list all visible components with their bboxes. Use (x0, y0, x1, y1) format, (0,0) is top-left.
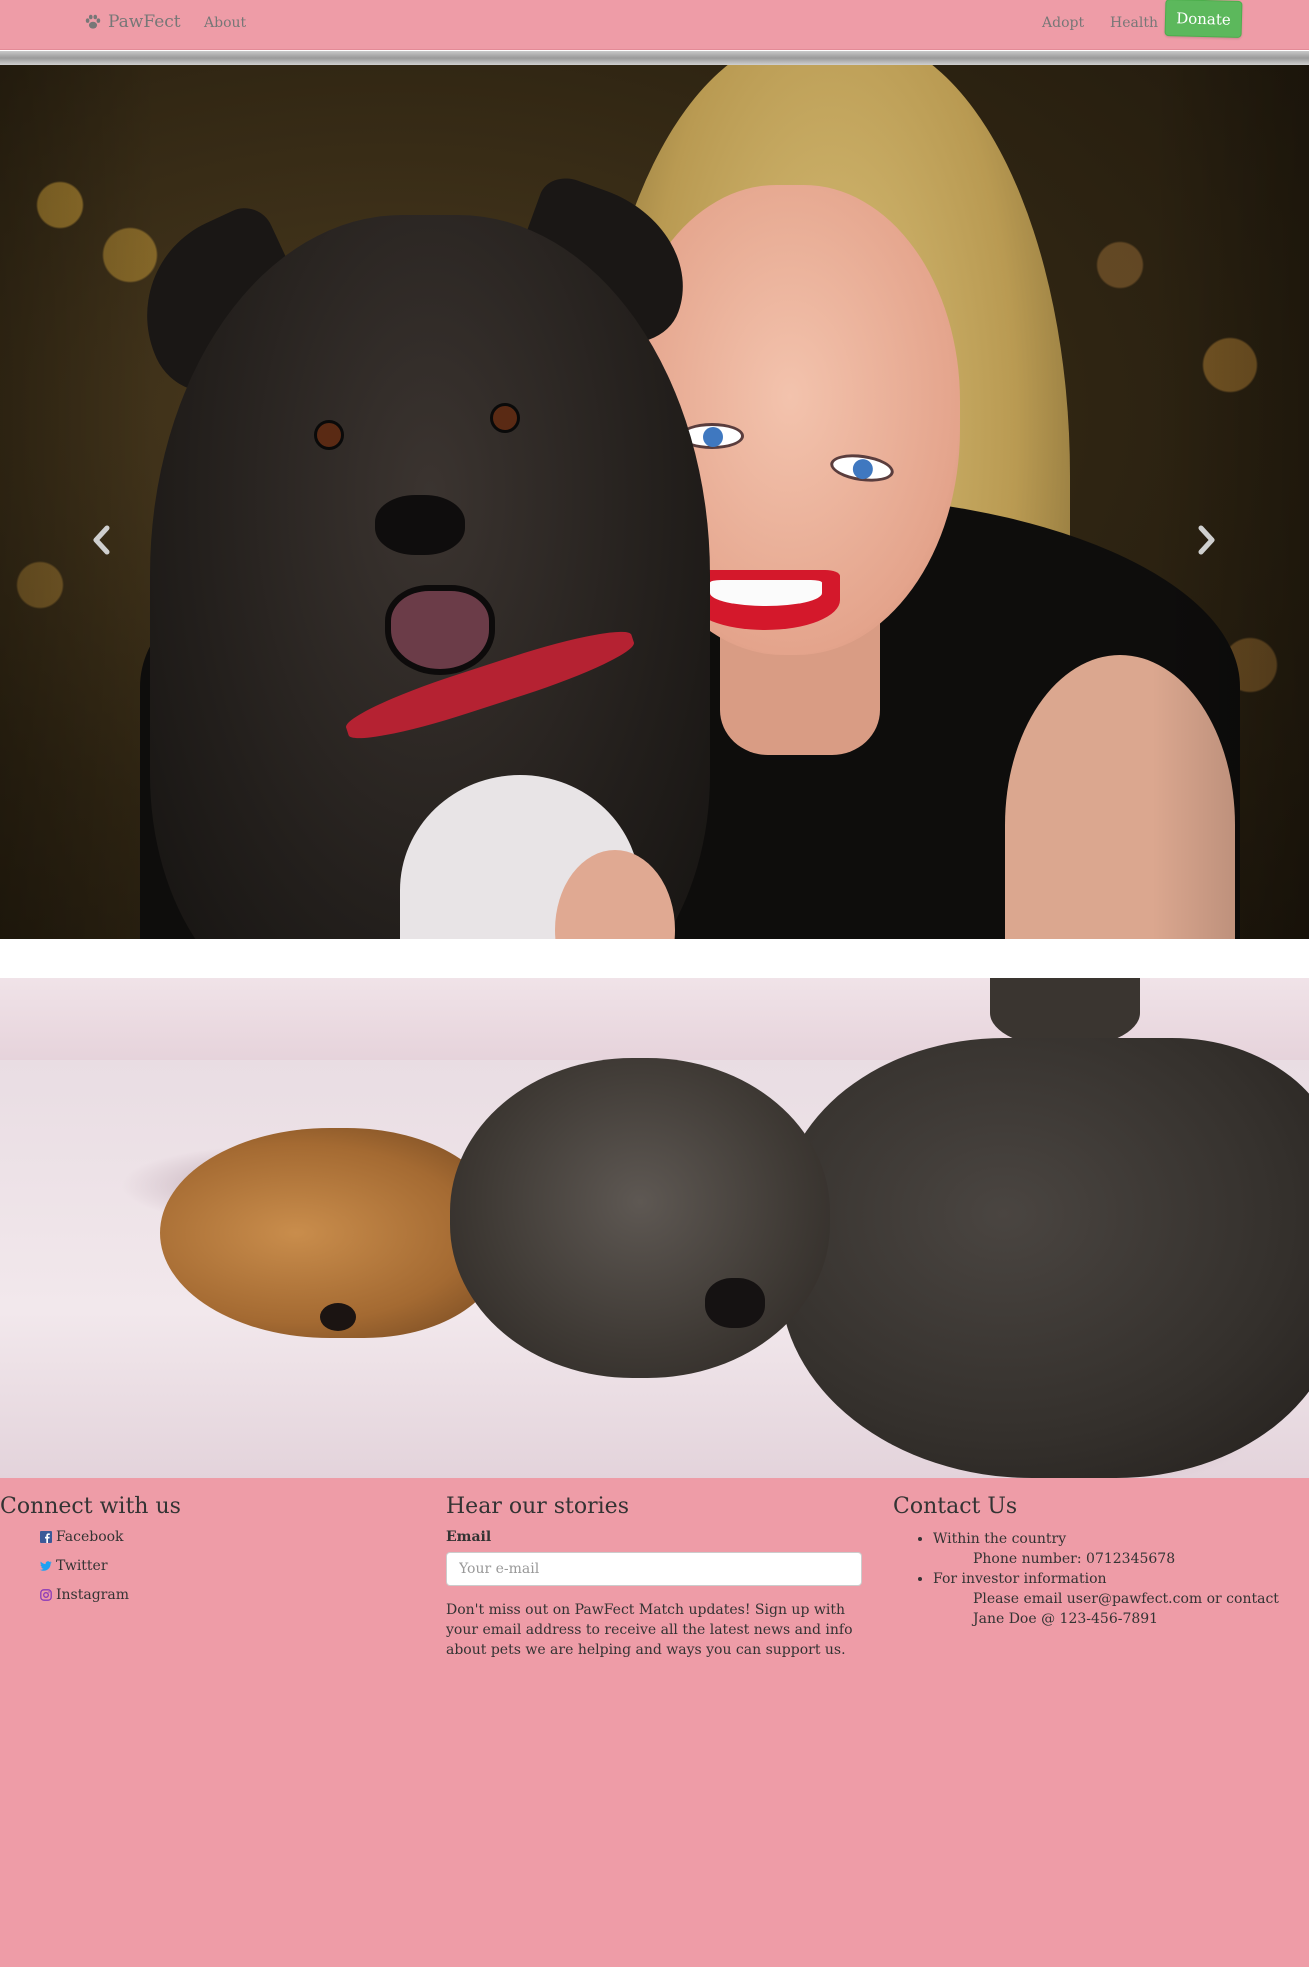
contact-list: Within the country Phone number: 0712345… (893, 1529, 1309, 1629)
nav-link-health[interactable]: Health (1110, 15, 1158, 31)
twitter-icon (40, 1561, 52, 1571)
contact-section: Contact Us Within the country Phone numb… (893, 1494, 1309, 1629)
email-input[interactable] (446, 1552, 862, 1586)
contact-item-title: Within the country (933, 1531, 1067, 1547)
brand-name: PawFect (108, 12, 181, 32)
facebook-icon (40, 1531, 52, 1543)
stories-heading: Hear our stories (446, 1494, 629, 1519)
instagram-label: Instagram (56, 1587, 129, 1603)
donate-button[interactable]: Donate (1164, 0, 1243, 39)
email-label: Email (446, 1529, 492, 1545)
contact-item: For investor information Please email us… (933, 1569, 1309, 1629)
navbar-divider (0, 51, 1309, 65)
social-link-twitter[interactable]: Twitter (40, 1558, 430, 1574)
social-link-instagram[interactable]: Instagram (40, 1587, 430, 1603)
newsletter-description: Don't miss out on PawFect Match updates!… (446, 1602, 853, 1658)
chevron-left-icon (93, 525, 110, 555)
paw-icon (85, 14, 101, 29)
nav-link-adopt[interactable]: Adopt (1042, 15, 1084, 31)
nav-link-about[interactable]: About (204, 15, 246, 31)
twitter-label: Twitter (56, 1558, 108, 1574)
hero-carousel (0, 65, 1309, 939)
top-navbar: PawFect About Adopt Health Donate (0, 0, 1309, 50)
social-links: Facebook Twitter Instagram (0, 1529, 430, 1603)
connect-heading: Connect with us (0, 1494, 181, 1519)
carousel-next-button[interactable] (1192, 520, 1222, 560)
social-link-facebook[interactable]: Facebook (40, 1529, 430, 1545)
contact-heading: Contact Us (893, 1494, 1018, 1519)
chevron-right-icon (1198, 525, 1215, 555)
brand-link[interactable]: PawFect (84, 12, 181, 32)
contact-item: Within the country Phone number: 0712345… (933, 1529, 1309, 1569)
connect-section: Connect with us Facebook Twitter Instagr… (0, 1494, 430, 1616)
instagram-icon (40, 1589, 52, 1601)
contact-item-detail: Phone number: 0712345678 (973, 1551, 1176, 1567)
carousel-prev-button[interactable] (86, 520, 116, 560)
newsletter-section: Hear our stories Email Don't miss out on… (446, 1494, 866, 1660)
dogs-sleeping-image (0, 978, 1309, 1478)
contact-item-title: For investor information (933, 1571, 1107, 1587)
site-footer: Connect with us Facebook Twitter Instagr… (0, 1478, 1309, 1967)
contact-item-detail: Please email user@pawfect.com or contact… (973, 1591, 1279, 1627)
facebook-label: Facebook (56, 1529, 124, 1545)
